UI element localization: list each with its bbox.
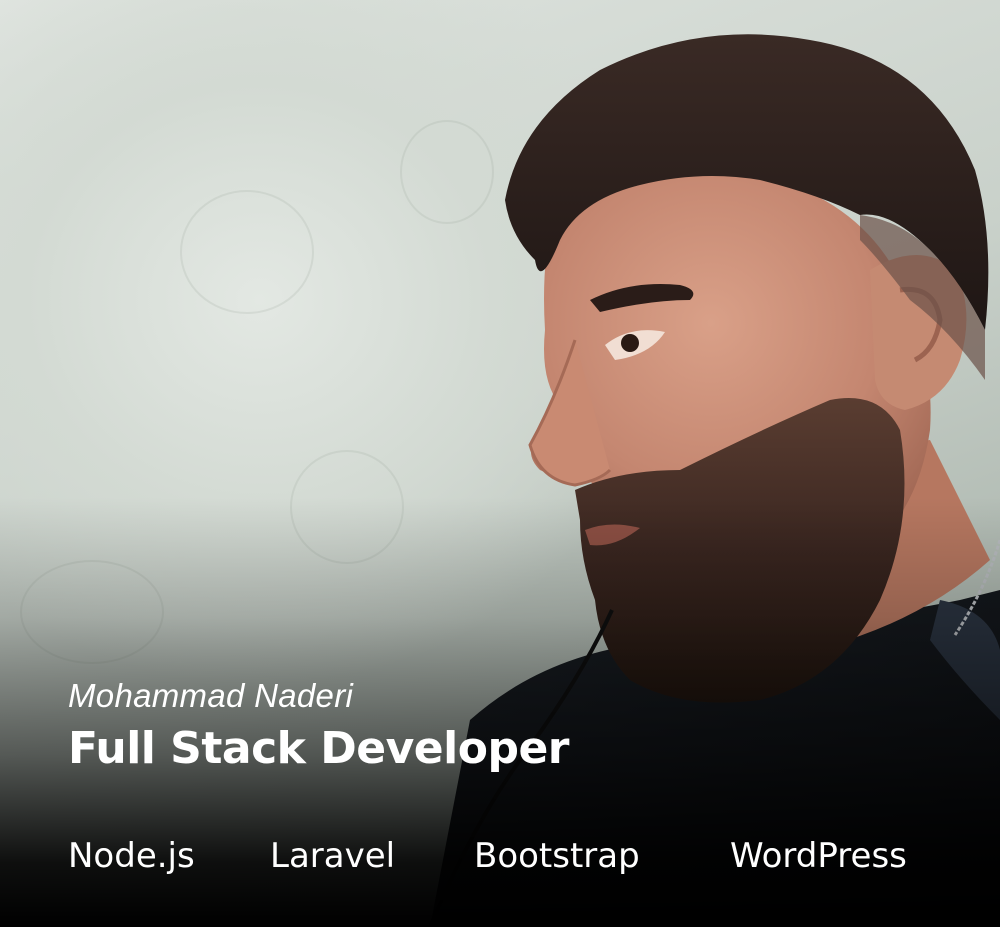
profile-caption: Mohammad Naderi Full Stack Developer — [68, 676, 569, 776]
profile-card: Mohammad Naderi Full Stack Developer Nod… — [0, 0, 1000, 927]
skill-item: WordPress — [730, 836, 907, 876]
skill-item: Bootstrap — [474, 836, 640, 876]
person-name: Mohammad Naderi — [68, 677, 354, 714]
skill-item: Node.js — [68, 836, 195, 876]
portrait-photo — [428, 34, 1000, 927]
skills-list: Node.js Laravel Bootstrap WordPress — [68, 832, 968, 880]
skill-item: Laravel — [270, 836, 396, 876]
job-title: Full Stack Developer — [68, 723, 569, 774]
